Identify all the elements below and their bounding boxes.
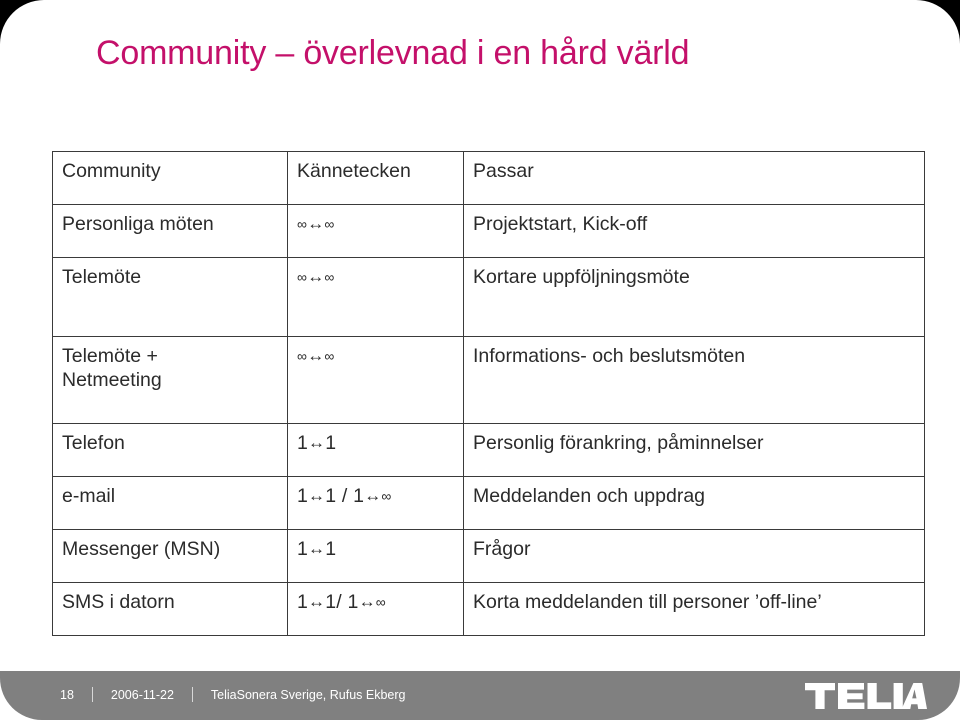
relationship-symbol: 1↔1 — [297, 538, 336, 560]
cell-kannetecken: ∞↔∞ — [287, 204, 464, 258]
footer-separator-1 — [91, 687, 93, 702]
infinity-icon: ∞ — [324, 348, 335, 364]
left-right-arrow-icon: ↔ — [307, 267, 325, 286]
infinity-icon: ∞ — [297, 348, 308, 364]
cell-passar: Personlig förankring, påminnelser — [463, 423, 925, 477]
left-right-arrow-icon: ↔ — [308, 433, 326, 452]
table-row: Telemöte ∞↔∞ Kortare uppföljningsmöte — [52, 257, 925, 337]
symbol-number: 1 — [297, 432, 309, 454]
table-row: SMS i datorn 1↔1/ 1↔∞ Korta meddelanden ti… — [52, 582, 925, 636]
symbol-number: 1/ 1 — [325, 591, 359, 613]
table-row: Messenger (MSN) 1↔1 Frågor — [52, 529, 925, 583]
infinity-icon: ∞ — [381, 488, 392, 504]
cell-community: Messenger (MSN) — [52, 529, 288, 583]
cell-kannetecken: 1↔1/ 1↔∞ — [287, 582, 464, 636]
column-header-kannetecken: Kännetecken — [287, 151, 464, 205]
cell-passar: Projektstart, Kick-off — [463, 204, 925, 258]
cell-kannetecken: 1↔1 — [287, 423, 464, 477]
cell-community: e-mail — [52, 476, 288, 530]
page-title: Community – överlevnad i en hård värld — [96, 34, 690, 72]
cell-passar: Frågor — [463, 529, 925, 583]
table-row: Telefon 1↔1 Personlig förankring, påminnel… — [52, 423, 925, 477]
footer-attribution: TeliaSonera Sverige, Rufus Ekberg — [210, 687, 406, 702]
left-right-arrow-icon: ↔ — [308, 592, 326, 611]
footer-metadata: 18 2006-11-22 TeliaSonera Sverige, Rufus… — [60, 687, 405, 702]
relationship-symbol: ∞↔∞ — [297, 213, 335, 235]
table-row: e-mail 1↔1 / 1↔∞ Meddelanden och uppdrag — [52, 476, 925, 530]
slide-canvas: Community – överlevnad i en hård värld C… — [0, 0, 960, 720]
footer-date: 2006-11-22 — [110, 687, 174, 702]
symbol-number: 1 — [325, 538, 337, 560]
cell-passar: Informations- och beslutsmöten — [463, 336, 925, 424]
left-right-arrow-icon: ↔ — [364, 486, 382, 505]
left-right-arrow-icon: ↔ — [358, 592, 376, 611]
symbol-number: 1 — [325, 432, 337, 454]
infinity-icon: ∞ — [375, 594, 386, 610]
symbol-number: 1 — [297, 591, 309, 613]
cell-community: Telemöte + Netmeeting — [52, 336, 288, 424]
relationship-symbol: 1↔1/ 1↔∞ — [297, 591, 386, 613]
table-row: Personliga möten ∞↔∞ Projektstart, Kick-of… — [52, 204, 925, 258]
infinity-icon: ∞ — [324, 216, 335, 232]
table-row: Telemöte + Netmeeting ∞↔∞ Informations- oc… — [52, 336, 925, 424]
cell-kannetecken: 1↔1 / 1↔∞ — [287, 476, 464, 530]
table-body: Community Kännetecken Passar Personliga … — [52, 151, 925, 636]
cell-community: Telemöte — [52, 257, 288, 337]
cell-community: Telefon — [52, 423, 288, 477]
symbol-number: 1 — [297, 485, 309, 507]
column-header-passar: Passar — [463, 151, 925, 205]
relationship-symbol: 1↔1 / 1↔∞ — [297, 485, 392, 507]
infinity-icon: ∞ — [297, 216, 308, 232]
column-header-community: Community — [52, 151, 288, 205]
symbol-number: 1 — [297, 538, 309, 560]
left-right-arrow-icon: ↔ — [308, 539, 326, 558]
footer-page-number: 18 — [60, 687, 74, 702]
cell-community: SMS i datorn — [52, 582, 288, 636]
cell-kannetecken: ∞↔∞ — [287, 257, 464, 337]
cell-kannetecken: 1↔1 — [287, 529, 464, 583]
symbol-number: 1 / 1 — [325, 485, 365, 507]
left-right-arrow-icon: ↔ — [307, 214, 325, 233]
table-header-row: Community Kännetecken Passar — [52, 151, 925, 205]
left-right-arrow-icon: ↔ — [307, 346, 325, 365]
relationship-symbol: ∞↔∞ — [297, 266, 335, 288]
cell-passar: Korta meddelanden till personer ’off-lin… — [463, 582, 925, 636]
infinity-icon: ∞ — [297, 269, 308, 285]
top-left-corner-decoration — [0, 0, 44, 44]
relationship-symbol: ∞↔∞ — [297, 345, 335, 367]
telia-logo — [805, 682, 927, 710]
footer-separator-2 — [191, 687, 193, 702]
cell-passar: Kortare uppföljningsmöte — [463, 257, 925, 337]
community-comparison-table: Community Kännetecken Passar Personliga … — [52, 151, 925, 636]
cell-community: Personliga möten — [52, 204, 288, 258]
footer-bar: 18 2006-11-22 TeliaSonera Sverige, Rufus… — [0, 671, 960, 720]
cell-kannetecken: ∞↔∞ — [287, 336, 464, 424]
top-right-corner-decoration — [916, 0, 960, 44]
relationship-symbol: 1↔1 — [297, 432, 336, 454]
cell-passar: Meddelanden och uppdrag — [463, 476, 925, 530]
infinity-icon: ∞ — [324, 269, 335, 285]
left-right-arrow-icon: ↔ — [308, 486, 326, 505]
